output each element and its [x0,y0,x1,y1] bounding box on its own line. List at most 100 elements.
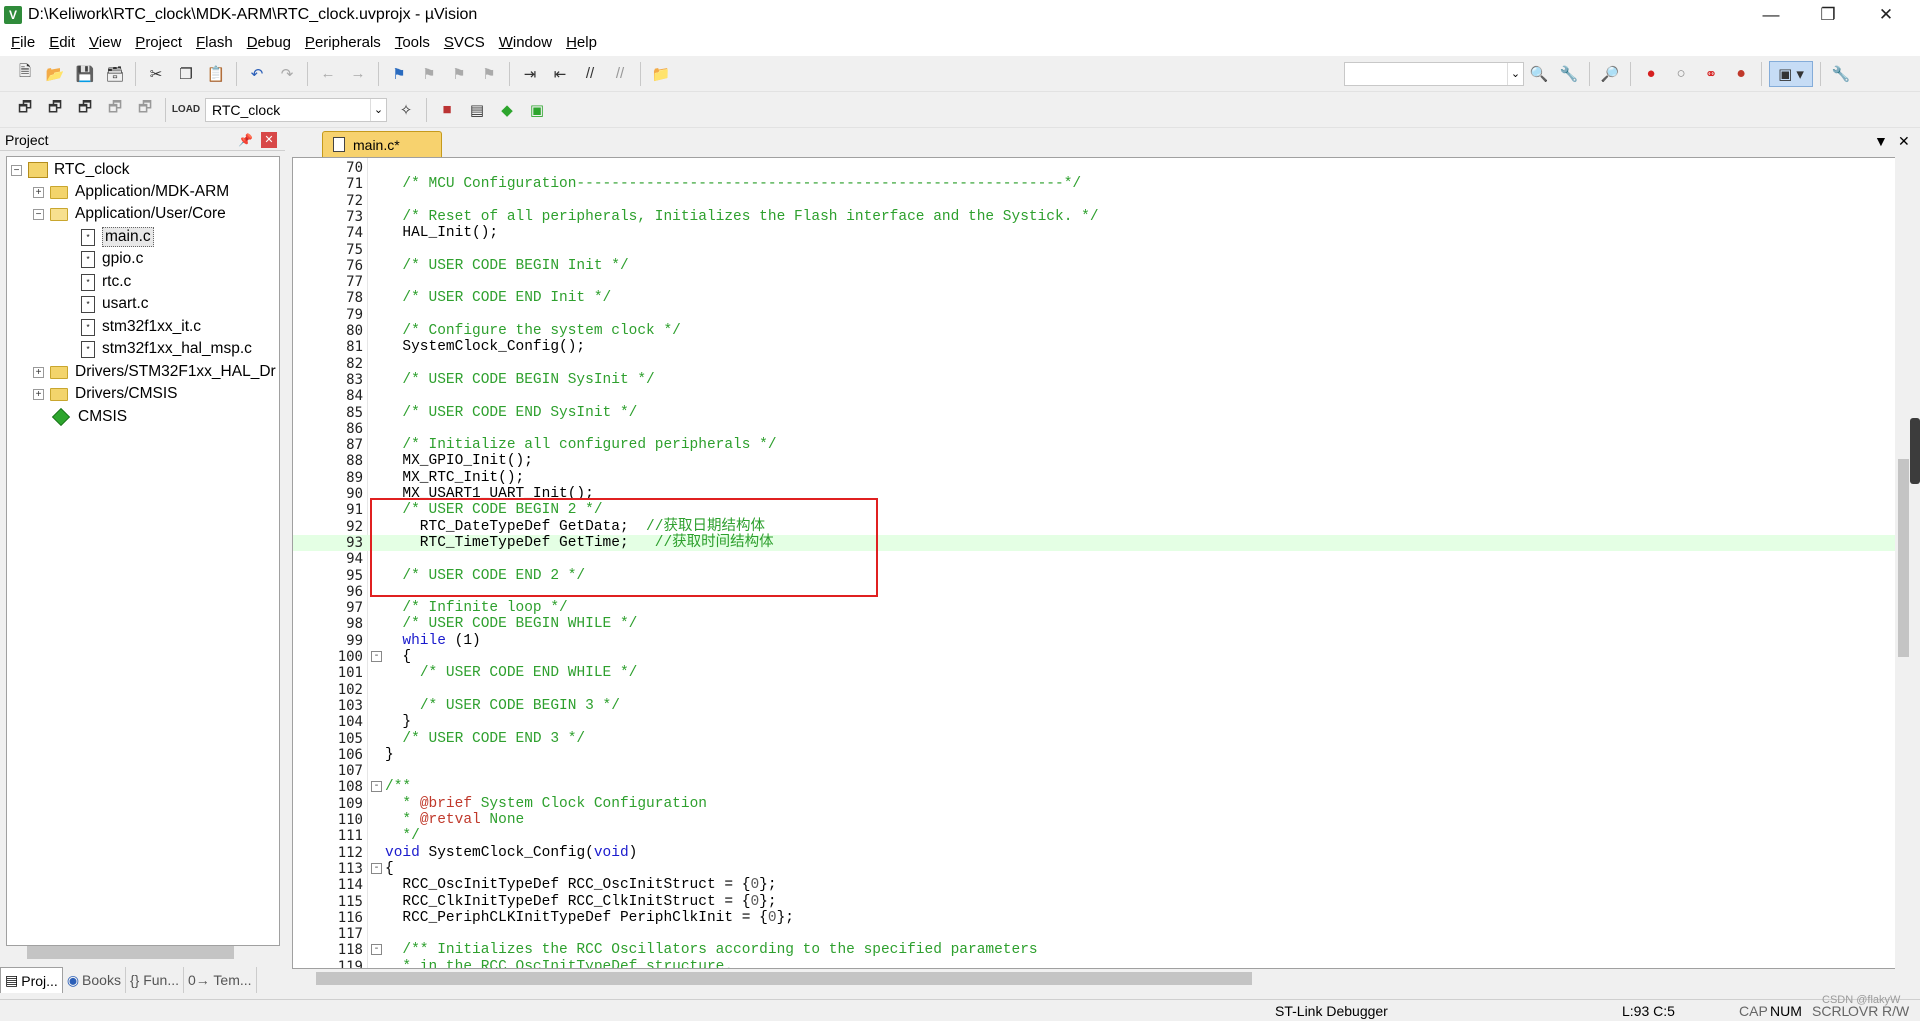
code-line[interactable]: 118- /** Initializes the RCC Oscillators… [293,942,1902,958]
translate-icon[interactable]: 🗗 [12,97,38,123]
code-line[interactable]: 85 /* USER CODE END SysInit */ [293,405,1902,421]
code-line[interactable]: 86 [293,421,1902,437]
close-tab-icon[interactable]: ✕ [1898,133,1910,150]
menu-item[interactable]: SVCS [437,29,492,56]
save-icon[interactable]: 💾 [72,61,98,87]
paste-icon[interactable]: 📋 [203,61,229,87]
debug-start-icon[interactable]: 🔎 [1597,61,1623,87]
menu-item[interactable]: Flash [189,29,240,56]
code-line[interactable]: 108-/** [293,779,1902,795]
menu-item[interactable]: Project [128,29,189,56]
fold-toggle-icon[interactable]: - [371,781,382,793]
code-line[interactable]: 76 /* USER CODE BEGIN Init */ [293,258,1902,274]
code-line[interactable]: 98 /* USER CODE BEGIN WHILE */ [293,616,1902,632]
fold-toggle-icon[interactable]: - [371,651,382,662]
uncomment-icon[interactable]: // [607,61,633,87]
unindent-icon[interactable]: ⇤ [547,61,573,87]
find-combo[interactable]: ⌄ [1344,61,1524,86]
nav-back-icon[interactable]: ← [315,61,341,87]
code-line[interactable]: 71 /* MCU Configuration-----------------… [293,176,1902,192]
indent-icon[interactable]: ⇥ [517,61,543,87]
close-window-button[interactable]: ✕ [1858,0,1914,29]
tree-file[interactable]: * stm32f1xx_hal_msp.c [81,338,252,360]
tab-functions[interactable]: {} Fun... [126,967,184,993]
expand-icon[interactable]: + [33,186,44,198]
nav-forward-icon[interactable]: → [345,61,371,87]
expand-icon[interactable]: + [33,366,44,378]
tree-file[interactable]: * rtc.c [81,271,131,293]
tab-project[interactable]: ▤ Proj... [0,967,63,993]
code-line[interactable]: 83 /* USER CODE BEGIN SysInit */ [293,372,1902,388]
prev-bookmark-icon[interactable]: ⚑ [416,61,442,87]
code-line[interactable]: 100- { [293,649,1902,665]
code-line[interactable]: 72 [293,193,1902,209]
code-line[interactable]: 104 } [293,714,1902,730]
code-line[interactable]: 73 /* Reset of all peripherals, Initiali… [293,209,1902,225]
tree-file[interactable]: * usart.c [81,293,149,315]
code-line[interactable]: 112 void SystemClock_Config(void) [293,845,1902,861]
project-hscrollbar[interactable] [27,946,234,959]
tree-file[interactable]: * gpio.c [81,248,143,270]
code-line[interactable]: 80 /* Configure the system clock */ [293,323,1902,339]
restore-button[interactable]: ❐ [1800,0,1856,29]
expand-icon[interactable]: + [33,388,44,400]
code-line[interactable]: 77 [293,274,1902,290]
redo-icon[interactable]: ↷ [274,61,300,87]
code-line[interactable]: 89 MX_RTC_Init(); [293,470,1902,486]
menu-item[interactable]: Tools [388,29,437,56]
cut-icon[interactable]: ✂ [143,61,169,87]
chevron-down-icon[interactable]: ⌄ [370,98,386,121]
code-line[interactable]: 113-{ [293,861,1902,877]
menu-item[interactable]: Window [492,29,559,56]
clear-bookmarks-icon[interactable]: ⚑ [476,61,502,87]
collapse-icon[interactable]: − [11,164,22,176]
rebuild-icon[interactable]: 🗗 [72,97,98,123]
code-line[interactable]: 91 /* USER CODE BEGIN 2 */ [293,502,1902,518]
tree-group-drivers-cmsis[interactable]: + Drivers/CMSIS [33,383,177,405]
vscroll-thumb[interactable] [1898,459,1909,657]
code-line[interactable]: 105 /* USER CODE END 3 */ [293,731,1902,747]
tree-cmsis[interactable]: CMSIS [51,406,127,428]
target-options-icon[interactable]: ✧ [393,97,419,123]
tab-books[interactable]: ◉ Books [63,967,126,993]
chevron-down-icon[interactable]: ⌄ [1507,62,1523,85]
code-line[interactable]: 97 /* Infinite loop */ [293,600,1902,616]
fold-toggle-icon[interactable]: - [371,944,382,956]
code-line[interactable]: 101 /* USER CODE END WHILE */ [293,665,1902,681]
code-line[interactable]: 79 [293,307,1902,323]
incremental-find-icon[interactable]: 🔧 [1556,61,1582,87]
close-panel-icon[interactable]: ✕ [261,131,277,148]
code-line[interactable]: 84 [293,388,1902,404]
copy-icon[interactable]: ❐ [173,61,199,87]
find-in-files-icon[interactable]: 📁 [648,61,674,87]
code-line[interactable]: 96 [293,584,1902,600]
stop-build-icon[interactable]: 🗗 [132,97,158,123]
disable-all-breakpoints-icon[interactable]: ⚭ [1698,61,1724,87]
code-editor[interactable]: 70 71 /* MCU Configuration---------------… [292,157,1903,969]
code-line[interactable]: 75 [293,242,1902,258]
tree-group-app-mdk[interactable]: + Application/MDK-ARM [33,181,229,203]
fold-toggle-icon[interactable]: - [371,862,382,874]
tree-file[interactable]: * stm32f1xx_it.c [81,316,201,338]
next-bookmark-icon[interactable]: ⚑ [446,61,472,87]
pin-icon[interactable]: 📌 [238,133,253,147]
download-load-icon[interactable]: LOAD [172,97,200,123]
code-line[interactable]: 99 while (1) [293,633,1902,649]
code-line[interactable]: 78 /* USER CODE END Init */ [293,290,1902,306]
tree-group-app-user[interactable]: − Application/User/Core [33,203,226,225]
undo-icon[interactable]: ↶ [244,61,270,87]
code-line[interactable]: 90 MX_USART1_UART_Init(); [293,486,1902,502]
code-line[interactable]: 103 /* USER CODE BEGIN 3 */ [293,698,1902,714]
build-icon[interactable]: 🗗 [42,97,68,123]
new-file-icon[interactable]: 🗎 [12,61,38,87]
tab-dropdown-icon[interactable]: ▼ [1874,133,1888,149]
code-line-current[interactable]: 93 RTC_TimeTypeDef GetTime; //获取时间结构体 [293,534,1902,552]
side-dock-handle[interactable] [1910,418,1920,484]
bookmark-icon[interactable]: ⚑ [386,61,412,87]
save-all-icon[interactable]: 🗃 [102,61,128,87]
disable-breakpoint-icon[interactable]: ○ [1668,61,1694,87]
code-line[interactable]: 87 /* Initialize all configured peripher… [293,437,1902,453]
code-line[interactable]: 110 * @retval None [293,812,1902,828]
select-packs-icon[interactable]: ▤ [464,97,490,123]
code-line[interactable]: 70 [293,160,1902,176]
